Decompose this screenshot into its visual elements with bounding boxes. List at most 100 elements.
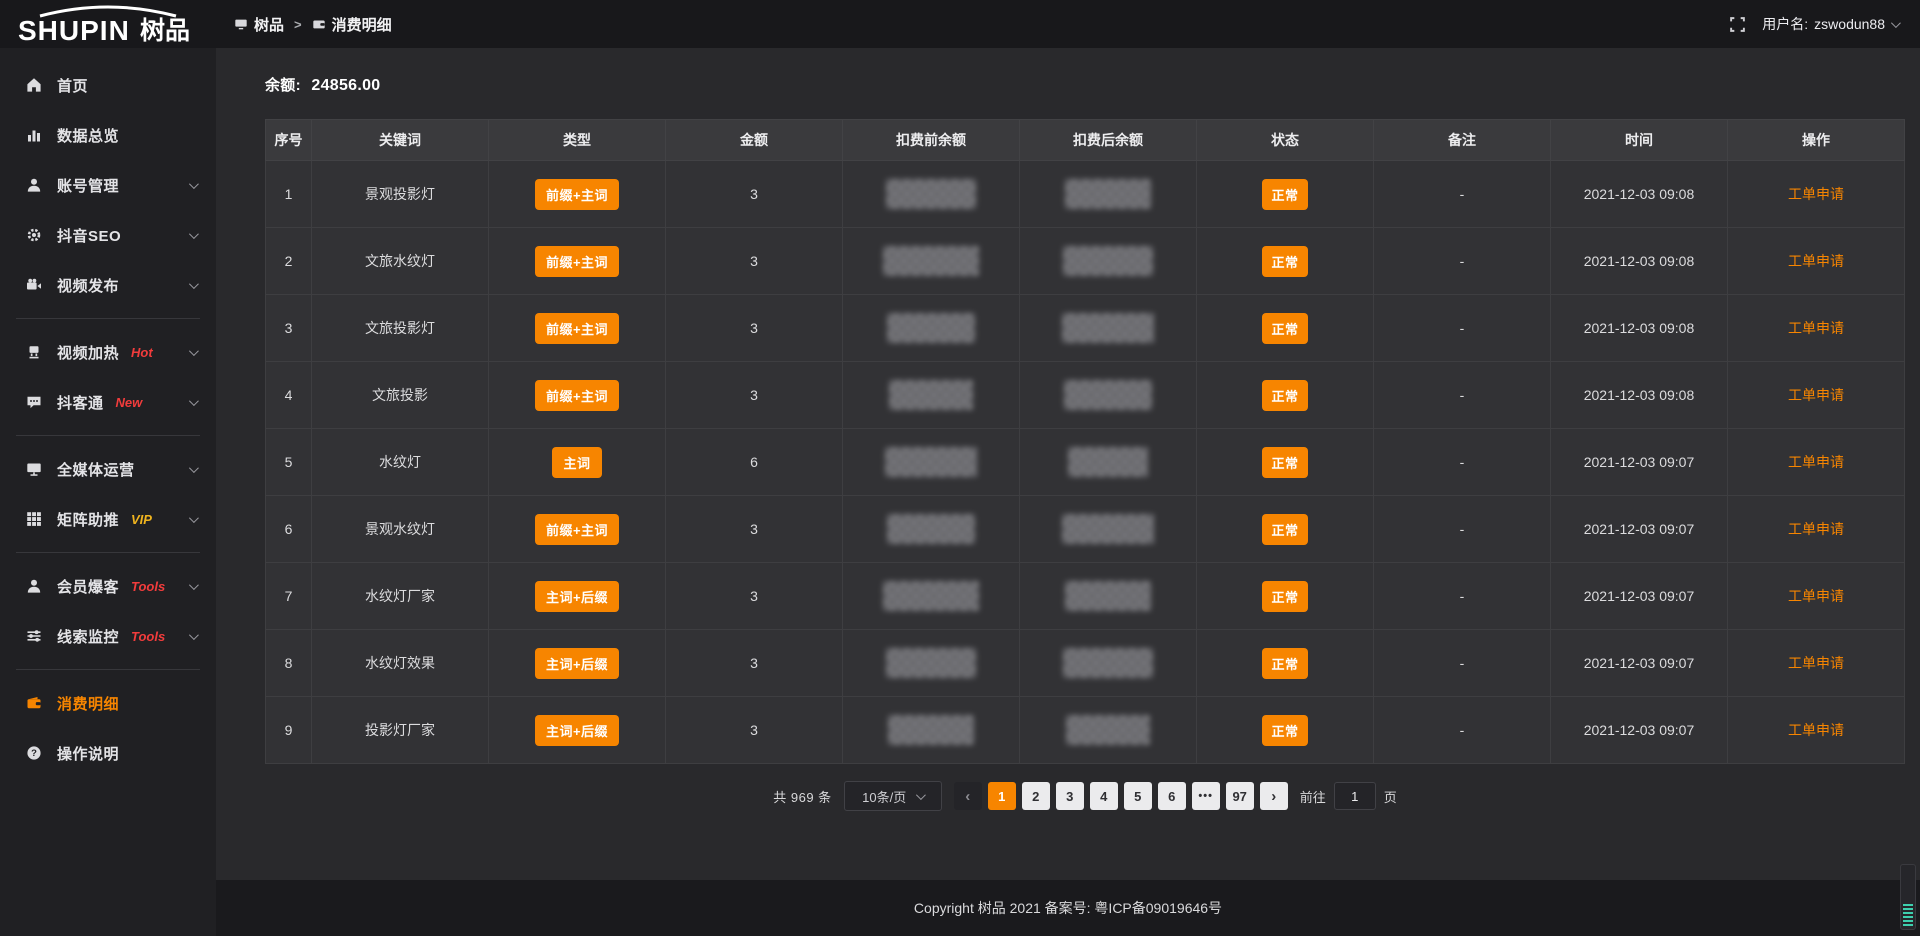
ticket-request-link[interactable]: 工单申请 bbox=[1788, 521, 1844, 537]
pagination-prev-button[interactable]: ‹ bbox=[954, 782, 982, 810]
row-index: 7 bbox=[266, 563, 312, 630]
main-content: 余额: 24856.00 序号关键词类型金额扣费前余额扣费后余额状态备注时间操作… bbox=[216, 48, 1920, 880]
app-logo[interactable]: SHUPIN 树品 bbox=[0, 0, 216, 48]
topbar-right: 用户名: zswodun88 bbox=[1729, 14, 1920, 34]
balance-after-cell bbox=[1020, 630, 1197, 697]
sidebar-item-账号管理[interactable]: 账号管理 bbox=[0, 160, 216, 210]
table-header-row: 序号关键词类型金额扣费前余额扣费后余额状态备注时间操作 bbox=[266, 120, 1905, 161]
sidebar-item-视频发布[interactable]: 视频发布 bbox=[0, 260, 216, 310]
ticket-request-link[interactable]: 工单申请 bbox=[1788, 722, 1844, 738]
breadcrumb-item-current[interactable]: 消费明细 bbox=[312, 14, 392, 35]
amount-cell: 3 bbox=[666, 697, 843, 764]
pagination-more-button[interactable]: ••• bbox=[1192, 782, 1220, 810]
sidebar-item-抖音SEO[interactable]: 抖音SEO bbox=[0, 210, 216, 260]
pagination-page-button-5[interactable]: 5 bbox=[1124, 782, 1152, 810]
column-header-状态: 状态 bbox=[1197, 120, 1374, 161]
amount-text: 3 bbox=[750, 521, 758, 537]
type-badge: 前缀+主词 bbox=[535, 514, 619, 545]
time-text: 2021-12-03 09:08 bbox=[1584, 387, 1695, 403]
pagination-page-button-6[interactable]: 6 bbox=[1158, 782, 1186, 810]
pagination-page-button-4[interactable]: 4 bbox=[1090, 782, 1118, 810]
column-header-金额: 金额 bbox=[666, 120, 843, 161]
column-header-时间: 时间 bbox=[1551, 120, 1728, 161]
ticket-request-link[interactable]: 工单申请 bbox=[1788, 655, 1844, 671]
sidebar-item-消费明细[interactable]: 消费明细 bbox=[0, 678, 216, 728]
status-badge: 正常 bbox=[1262, 246, 1307, 277]
ticket-request-link[interactable]: 工单申请 bbox=[1788, 588, 1844, 604]
grid-icon bbox=[26, 511, 42, 527]
logo-text-en: SHUPIN bbox=[18, 15, 130, 45]
keyword-cell: 文旅水纹灯 bbox=[312, 228, 489, 295]
balance-after-cell bbox=[1020, 697, 1197, 764]
sidebar-item-抖客通[interactable]: 抖客通New bbox=[0, 377, 216, 427]
page-size-select[interactable]: 10条/页 bbox=[844, 781, 942, 811]
fullscreen-icon[interactable] bbox=[1729, 16, 1746, 33]
column-header-扣费后余额: 扣费后余额 bbox=[1020, 120, 1197, 161]
goto-page-input[interactable] bbox=[1334, 782, 1376, 810]
remark-cell: - bbox=[1374, 563, 1551, 630]
pagination-page-button-97[interactable]: 97 bbox=[1226, 782, 1254, 810]
keyword-text: 投影灯厂家 bbox=[365, 722, 435, 738]
status-badge: 正常 bbox=[1262, 179, 1307, 210]
sidebar-item-矩阵助推[interactable]: 矩阵助推VIP bbox=[0, 494, 216, 544]
status-badge: 正常 bbox=[1262, 514, 1307, 545]
user-menu[interactable]: 用户名: zswodun88 bbox=[1762, 14, 1898, 34]
sidebar-item-首页[interactable]: 首页 bbox=[0, 60, 216, 110]
ticket-request-link[interactable]: 工单申请 bbox=[1788, 253, 1844, 269]
chevron-down-icon bbox=[189, 179, 199, 189]
action-cell: 工单申请 bbox=[1728, 161, 1905, 228]
balance-label: 余额: bbox=[265, 77, 301, 94]
sidebar-divider bbox=[16, 435, 200, 436]
chevron-down-icon bbox=[189, 513, 199, 523]
sidebar-item-操作说明[interactable]: ?操作说明 bbox=[0, 728, 216, 778]
row-index: 9 bbox=[266, 697, 312, 764]
pagination-page-button-2[interactable]: 2 bbox=[1022, 782, 1050, 810]
row-index: 4 bbox=[285, 387, 293, 403]
copyright-text: Copyright 树品 2021 备案号: 粤ICP备09019646号 bbox=[914, 898, 1222, 918]
keyword-cell: 水纹灯效果 bbox=[312, 630, 489, 697]
balance-value: 24856.00 bbox=[311, 77, 380, 94]
goto-suffix: 页 bbox=[1384, 787, 1397, 806]
footer: Copyright 树品 2021 备案号: 粤ICP备09019646号 bbox=[216, 880, 1920, 936]
pagination-page-button-3[interactable]: 3 bbox=[1056, 782, 1084, 810]
remark-cell: - bbox=[1374, 161, 1551, 228]
pagination-total: 共 969 条 bbox=[773, 787, 831, 806]
redacted-balance-after bbox=[1066, 715, 1150, 745]
sidebar-item-视频加热[interactable]: 视频加热Hot bbox=[0, 327, 216, 377]
row-index: 7 bbox=[285, 588, 293, 604]
redacted-balance-before bbox=[886, 648, 976, 678]
balance-before-cell bbox=[843, 362, 1020, 429]
balance-before-cell bbox=[843, 295, 1020, 362]
ticket-request-link[interactable]: 工单申请 bbox=[1788, 186, 1844, 202]
pagination-next-button[interactable]: › bbox=[1260, 782, 1288, 810]
balance-before-cell bbox=[843, 429, 1020, 496]
sidebar-item-会员爆客[interactable]: 会员爆客Tools bbox=[0, 561, 216, 611]
balance-after-cell bbox=[1020, 362, 1197, 429]
row-index: 6 bbox=[285, 521, 293, 537]
redacted-balance-after bbox=[1062, 313, 1154, 343]
time-cell: 2021-12-03 09:08 bbox=[1551, 161, 1728, 228]
type-badge: 前缀+主词 bbox=[535, 179, 619, 210]
balance-after-cell bbox=[1020, 563, 1197, 630]
type-cell: 主词 bbox=[489, 429, 666, 496]
ticket-request-link[interactable]: 工单申请 bbox=[1788, 387, 1844, 403]
keyword-cell: 水纹灯 bbox=[312, 429, 489, 496]
type-cell: 前缀+主词 bbox=[489, 295, 666, 362]
ticket-request-link[interactable]: 工单申请 bbox=[1788, 454, 1844, 470]
remark-text: - bbox=[1460, 454, 1465, 470]
action-cell: 工单申请 bbox=[1728, 228, 1905, 295]
row-index: 2 bbox=[285, 253, 293, 269]
sidebar-item-数据总览[interactable]: 数据总览 bbox=[0, 110, 216, 160]
pagination-goto: 前往 页 bbox=[1300, 782, 1397, 810]
pagination-page-button-1[interactable]: 1 bbox=[988, 782, 1016, 810]
table-row: 9投影灯厂家主词+后缀3正常-2021-12-03 09:07工单申请 bbox=[266, 697, 1905, 764]
ticket-request-link[interactable]: 工单申请 bbox=[1788, 320, 1844, 336]
sidebar-item-线索监控[interactable]: 线索监控Tools bbox=[0, 611, 216, 661]
sidebar-item-label: 会员爆客 bbox=[57, 576, 119, 597]
keyword-cell: 文旅投影 bbox=[312, 362, 489, 429]
status-badge: 正常 bbox=[1262, 648, 1307, 679]
float-widget[interactable] bbox=[1900, 864, 1916, 930]
sidebar-item-全媒体运营[interactable]: 全媒体运营 bbox=[0, 444, 216, 494]
time-text: 2021-12-03 09:07 bbox=[1584, 454, 1695, 470]
breadcrumb-item-home[interactable]: 树品 bbox=[234, 14, 284, 35]
